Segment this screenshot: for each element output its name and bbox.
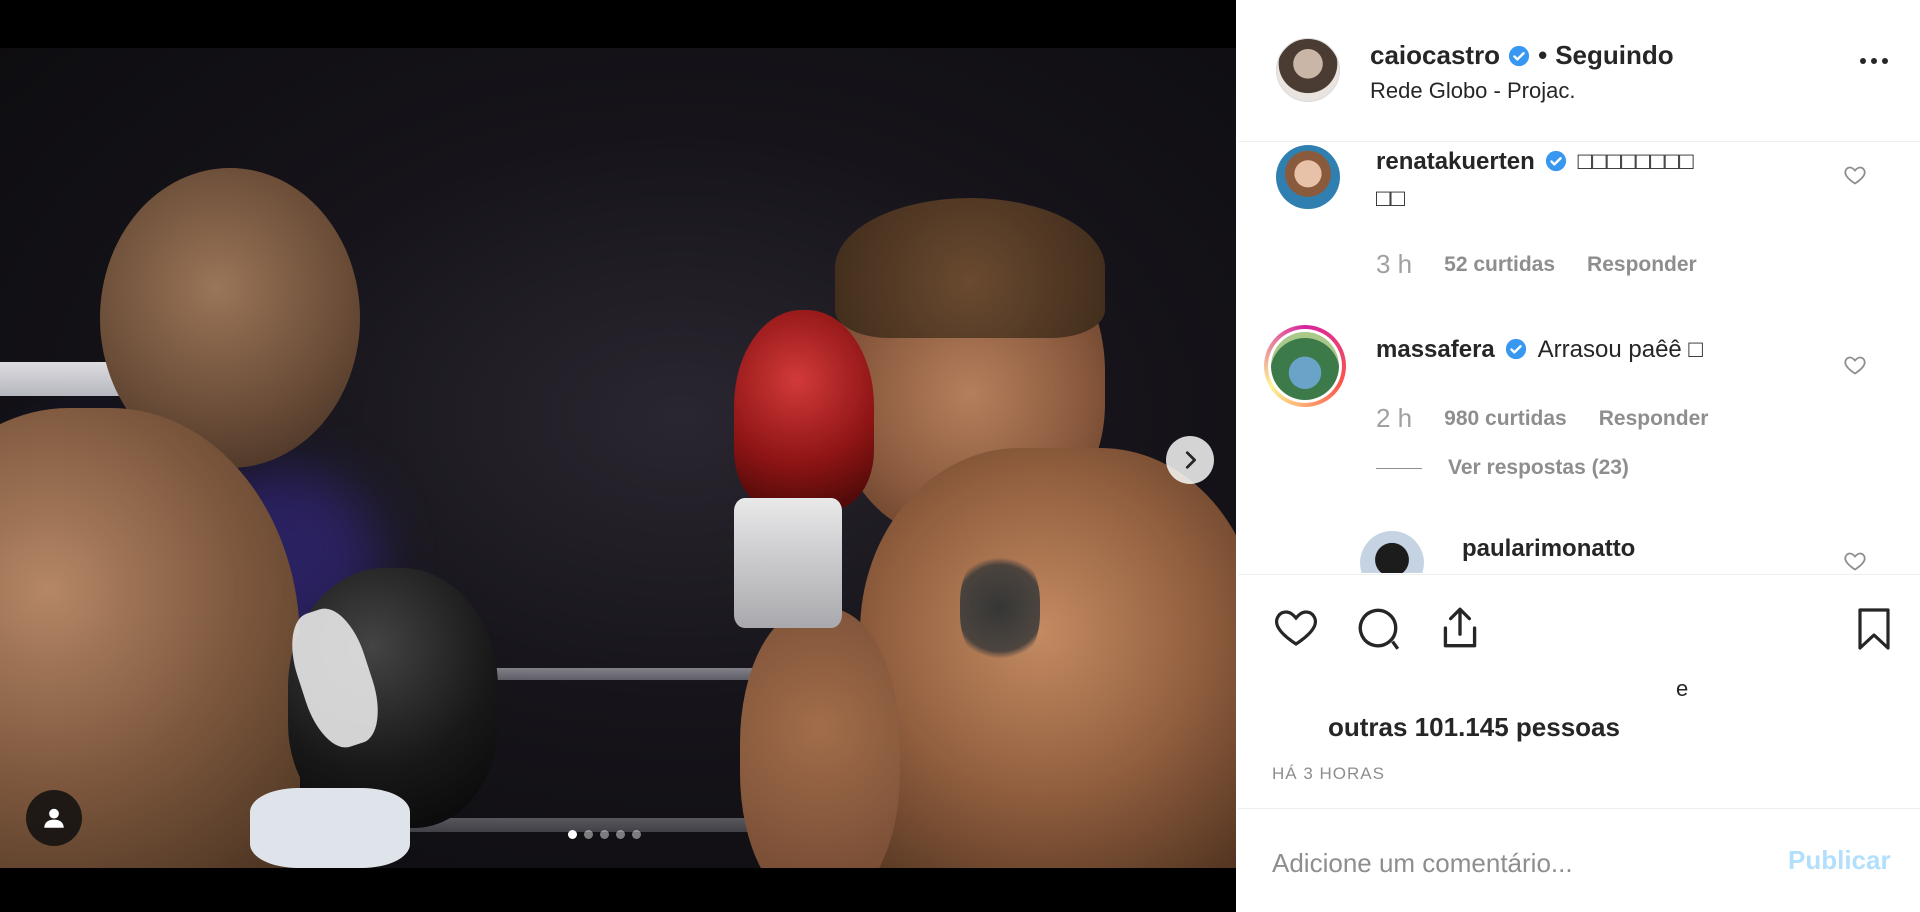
replies-divider bbox=[1376, 467, 1422, 469]
more-dot-icon bbox=[1871, 58, 1877, 64]
verified-badge-icon bbox=[1546, 150, 1567, 172]
header-separator: • bbox=[1538, 40, 1548, 70]
comment-icon[interactable] bbox=[1352, 603, 1404, 653]
comments-list[interactable]: renatakuerten □□□□□□□□ □□ 3 h 52 curtida… bbox=[1238, 143, 1920, 573]
slide-dot bbox=[584, 830, 593, 839]
post-timestamp[interactable]: HÁ 3 HORAS bbox=[1272, 764, 1385, 784]
more-dot-icon bbox=[1860, 58, 1866, 64]
commenter-avatar[interactable] bbox=[1276, 145, 1340, 209]
post-actions-bar bbox=[1238, 574, 1920, 674]
post-location[interactable]: Rede Globo - Projac. bbox=[1370, 78, 1575, 104]
comment-like-icon[interactable] bbox=[1842, 163, 1868, 187]
follow-status-button[interactable]: Seguindo bbox=[1555, 40, 1673, 71]
comment-likes-count[interactable]: 980 curtidas bbox=[1444, 407, 1567, 431]
view-replies-label: Ver respostas (23) bbox=[1448, 456, 1629, 479]
comment-likes-count[interactable]: 52 curtidas bbox=[1444, 253, 1555, 277]
slide-dot bbox=[568, 830, 577, 839]
comment-time: 3 h bbox=[1376, 249, 1413, 279]
verified-badge-icon bbox=[1508, 45, 1530, 66]
verified-badge-icon bbox=[1506, 338, 1527, 360]
more-options-button[interactable] bbox=[1860, 58, 1888, 64]
red-glove bbox=[734, 310, 874, 510]
slide-dot bbox=[616, 830, 625, 839]
user-tag-icon bbox=[44, 808, 64, 828]
commenter-username[interactable]: renatakuerten bbox=[1376, 148, 1535, 175]
comment-time: 2 h bbox=[1376, 403, 1413, 433]
chevron-right-icon bbox=[1185, 451, 1196, 469]
comment-input[interactable] bbox=[1272, 843, 1772, 883]
post-photo[interactable] bbox=[0, 48, 1236, 868]
add-comment-bar: Publicar bbox=[1238, 808, 1920, 912]
heart-icon[interactable] bbox=[1270, 603, 1322, 651]
publish-button[interactable]: Publicar bbox=[1788, 845, 1891, 876]
comment-text-continued: □□ bbox=[1376, 185, 1405, 212]
bookmark-icon[interactable] bbox=[1850, 603, 1898, 655]
slide-indicator bbox=[568, 830, 641, 839]
commenter-username[interactable]: paularimonatto bbox=[1462, 535, 1635, 562]
post-header: caiocastro • Seguindo Rede Globo - Proja… bbox=[1238, 0, 1920, 142]
comment-like-icon[interactable] bbox=[1842, 549, 1868, 573]
instagram-post-viewer: caiocastro • Seguindo Rede Globo - Proja… bbox=[0, 0, 1920, 912]
share-icon[interactable] bbox=[1434, 603, 1486, 653]
comment-text: Arrasou paêê □ bbox=[1537, 336, 1703, 363]
view-replies-button[interactable]: Ver respostas (23) bbox=[1376, 456, 1629, 480]
slide-dot bbox=[600, 830, 609, 839]
commenter-avatar-story-ring[interactable] bbox=[1264, 325, 1346, 407]
reply-button[interactable]: Responder bbox=[1587, 253, 1697, 277]
next-slide-button[interactable] bbox=[1166, 436, 1214, 484]
author-avatar[interactable] bbox=[1276, 38, 1340, 102]
comment-text: □□□□□□□□ bbox=[1577, 148, 1694, 175]
author-username[interactable]: caiocastro bbox=[1370, 40, 1500, 71]
commenter-avatar[interactable] bbox=[1360, 531, 1424, 573]
likes-count[interactable]: outras 101.145 pessoas bbox=[1328, 712, 1620, 743]
reply-button[interactable]: Responder bbox=[1599, 407, 1709, 431]
post-media bbox=[0, 0, 1236, 912]
comment-like-icon[interactable] bbox=[1842, 353, 1868, 377]
commenter-username[interactable]: massafera bbox=[1376, 336, 1495, 363]
likes-connector: e bbox=[1676, 676, 1689, 701]
post-sidebar: caiocastro • Seguindo Rede Globo - Proja… bbox=[1238, 0, 1920, 912]
tagged-users-button[interactable] bbox=[26, 790, 82, 846]
more-dot-icon bbox=[1882, 58, 1888, 64]
slide-dot bbox=[632, 830, 641, 839]
